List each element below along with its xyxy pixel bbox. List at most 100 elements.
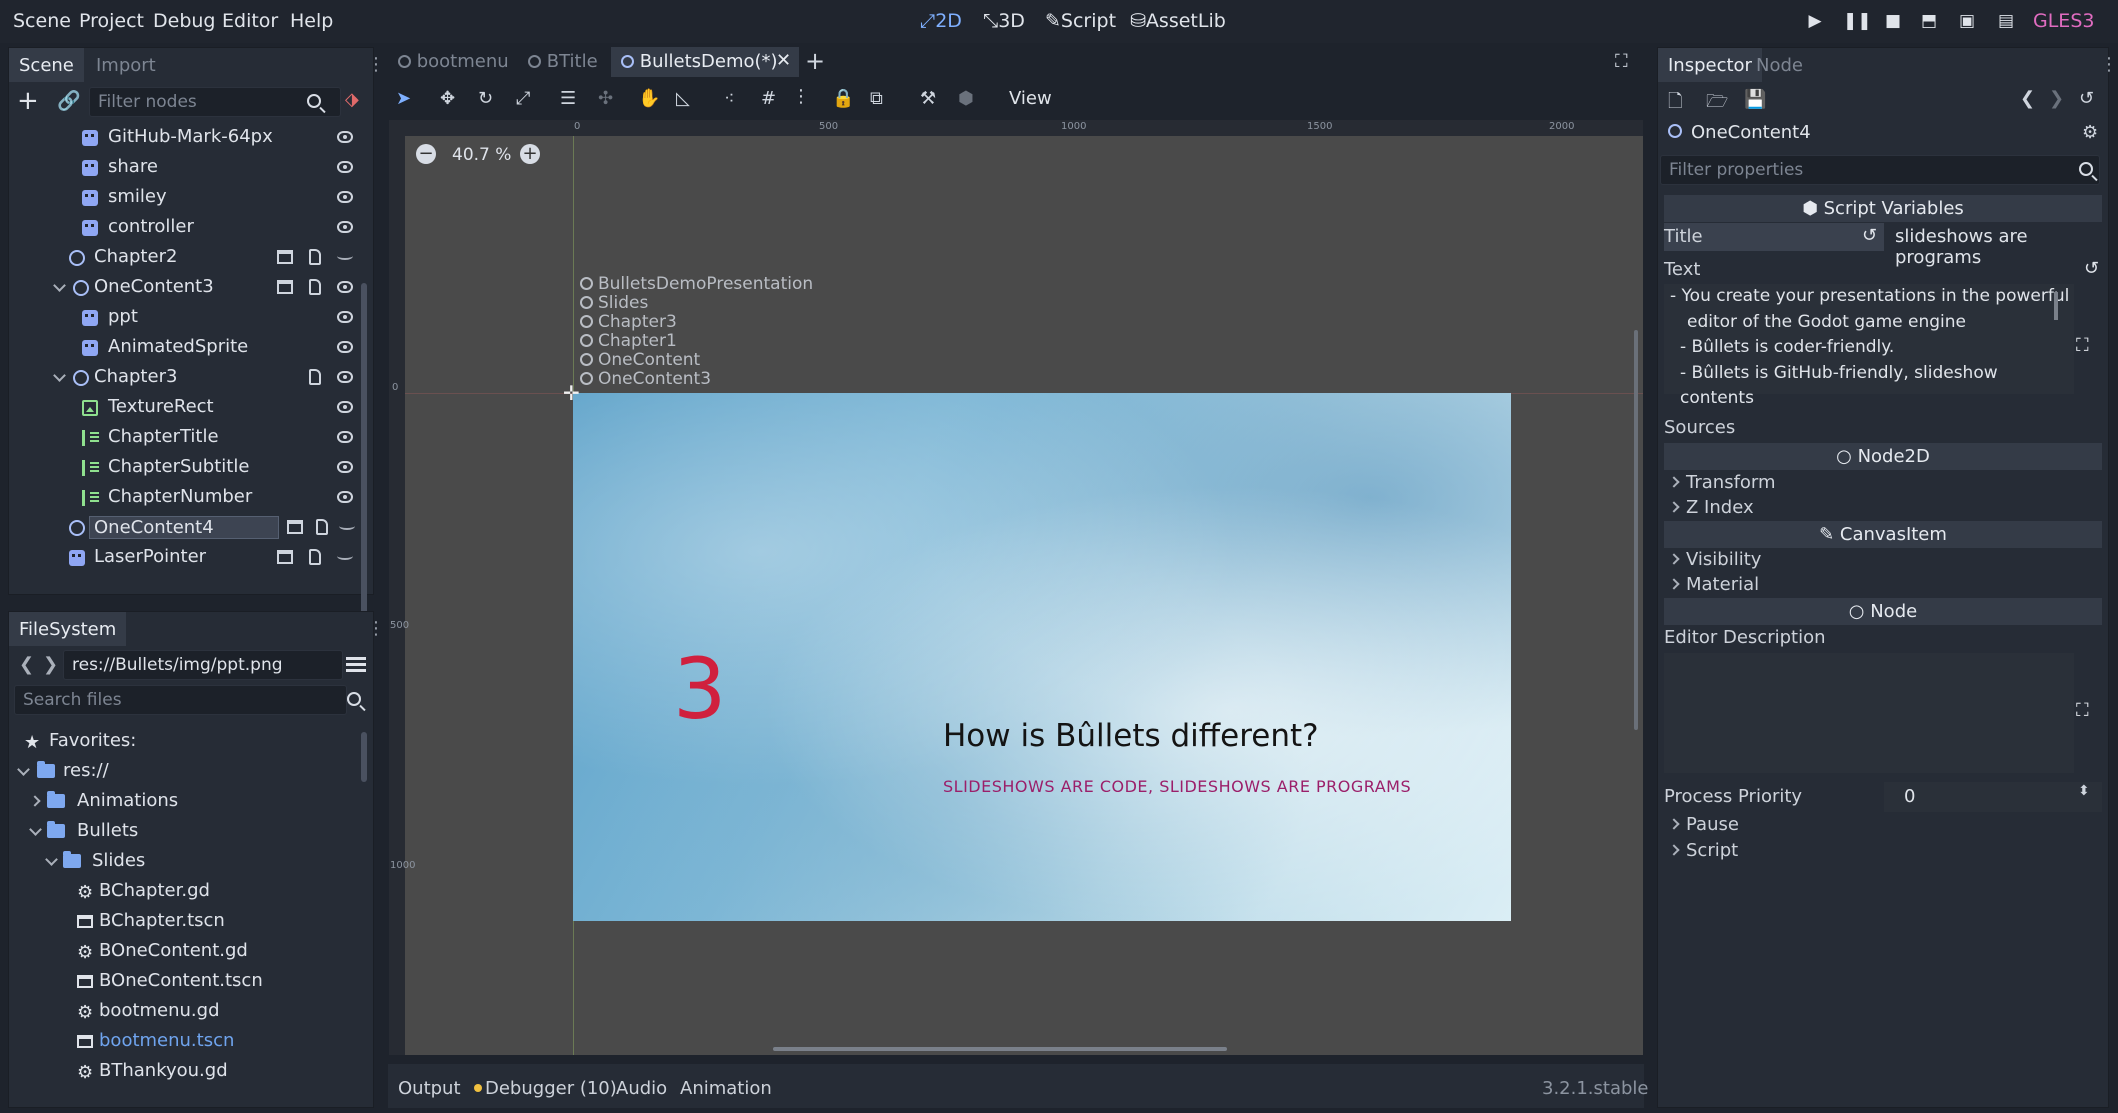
- collapse-arrow-icon[interactable]: [53, 369, 66, 382]
- script-icon[interactable]: [309, 279, 321, 295]
- pause-property[interactable]: Pause: [1668, 814, 1739, 835]
- inspected-node-name[interactable]: OneContent4: [1691, 122, 1811, 143]
- visibility-eye-icon[interactable]: [337, 371, 353, 383]
- history-forward-icon[interactable]: ❯: [2049, 88, 2064, 109]
- visibility-property[interactable]: Visibility: [1668, 549, 1761, 570]
- list-select-icon[interactable]: ☰: [560, 88, 576, 109]
- scale-mode-icon[interactable]: ⤢: [516, 88, 530, 109]
- collapse-arrow-icon[interactable]: [29, 823, 42, 836]
- scene-tab-bulletsdemo[interactable]: BulletsDemo(*) ✕: [611, 47, 799, 77]
- editor-description-field[interactable]: [1664, 653, 2074, 773]
- expand-editor-icon[interactable]: ⛶: [2076, 335, 2089, 356]
- menu-project[interactable]: Project: [79, 10, 144, 32]
- menu-scene[interactable]: Scene: [13, 10, 71, 32]
- forward-arrow-icon[interactable]: ❯: [43, 654, 58, 675]
- chapter-subtitle-label[interactable]: SLIDESHOWS ARE CODE, SLIDESHOWS ARE PROG…: [943, 777, 1411, 796]
- expand-editor-icon[interactable]: ⛶: [2076, 700, 2089, 721]
- text-editor-scrollbar[interactable]: [2054, 292, 2058, 320]
- script-icon[interactable]: [309, 549, 321, 565]
- visibility-eye-icon[interactable]: [337, 401, 353, 413]
- save-icon[interactable]: 💾: [1744, 89, 1766, 110]
- bone-icon[interactable]: ⚒: [920, 88, 936, 109]
- add-tab-icon[interactable]: +: [805, 47, 825, 75]
- tab-node[interactable]: Node: [1746, 48, 1813, 82]
- hidden-eye-icon[interactable]: [337, 552, 353, 560]
- menu-help[interactable]: Help: [290, 10, 333, 32]
- tree-node-laserpointer[interactable]: LaserPointer: [19, 543, 364, 573]
- chapter-number-label[interactable]: 3: [673, 640, 726, 738]
- hidden-eye-icon[interactable]: [339, 522, 355, 530]
- mode-assetlib-button[interactable]: ⛁AssetLib: [1130, 10, 1226, 32]
- tree-node-chaptersubtitle[interactable]: ChapterSubtitle: [19, 453, 364, 483]
- visibility-eye-icon[interactable]: [337, 341, 353, 353]
- tree-node-chapter3[interactable]: Chapter3: [19, 363, 364, 393]
- visibility-eye-icon[interactable]: [337, 491, 353, 503]
- pivot-icon[interactable]: ✣: [598, 88, 613, 109]
- tree-node-ppt[interactable]: ppt: [19, 303, 364, 333]
- node-header[interactable]: ○ Node: [1664, 598, 2102, 625]
- dock-menu-icon[interactable]: ⋮: [2100, 54, 2118, 75]
- script-variables-header[interactable]: ⬢ Script Variables: [1664, 195, 2102, 222]
- visibility-eye-icon[interactable]: [337, 131, 353, 143]
- visibility-eye-icon[interactable]: [337, 221, 353, 233]
- expand-arrow-icon[interactable]: [29, 795, 41, 807]
- tree-node-smiley[interactable]: smiley: [19, 183, 364, 213]
- smart-snap-icon[interactable]: ⁖: [724, 88, 735, 109]
- visibility-eye-icon[interactable]: [337, 161, 353, 173]
- renderer-selector[interactable]: GLES3: [2033, 10, 2094, 32]
- visibility-eye-icon[interactable]: [337, 281, 353, 293]
- tab-animation[interactable]: Animation: [680, 1078, 772, 1099]
- pause-icon[interactable]: ❚❚: [1843, 10, 1872, 32]
- chapter-title-label[interactable]: How is Bûllets different?: [943, 718, 1319, 754]
- view-menu[interactable]: View: [1009, 88, 1052, 109]
- rotate-mode-icon[interactable]: ↻: [478, 88, 493, 109]
- back-arrow-icon[interactable]: ❮: [19, 654, 34, 675]
- mode-2d-button[interactable]: ⤢2D: [920, 10, 962, 32]
- search-files-input[interactable]: Search files: [14, 685, 347, 715]
- script-attach-icon[interactable]: ⬗: [345, 89, 359, 110]
- transform-property[interactable]: Transform: [1668, 472, 1776, 493]
- zoom-out-icon[interactable]: −: [416, 144, 436, 164]
- tab-debugger[interactable]: Debugger (10): [485, 1078, 617, 1099]
- list-view-icon[interactable]: [346, 657, 366, 673]
- snap-options-icon[interactable]: ⋮: [792, 86, 810, 107]
- spin-arrows-icon[interactable]: ⬍: [2078, 783, 2090, 799]
- collapse-arrow-icon[interactable]: [17, 763, 30, 776]
- remote-debug-icon[interactable]: ⬒: [1918, 10, 1940, 32]
- tab-import[interactable]: Import: [86, 48, 166, 82]
- history-icon[interactable]: ↺: [2079, 88, 2094, 109]
- move-mode-icon[interactable]: ✥: [440, 88, 455, 109]
- new-resource-icon[interactable]: 🗋: [1668, 89, 1682, 119]
- camera-override-icon[interactable]: ⬢: [958, 88, 974, 109]
- filesystem-scrollbar[interactable]: [361, 732, 367, 782]
- play-custom-scene-icon[interactable]: ▤: [1995, 10, 2017, 32]
- viewport-hscrollbar[interactable]: [773, 1047, 1227, 1051]
- scene-tree-scrollbar[interactable]: [361, 283, 367, 633]
- grid-snap-icon[interactable]: #: [761, 88, 776, 109]
- visibility-eye-icon[interactable]: [337, 191, 353, 203]
- group-icon[interactable]: ⧉: [870, 88, 883, 109]
- open-scene-icon[interactable]: [277, 280, 293, 294]
- lock-icon[interactable]: 🔒: [832, 88, 854, 109]
- script-icon[interactable]: [316, 519, 328, 535]
- filter-nodes-input[interactable]: Filter nodes: [89, 87, 341, 117]
- collapse-arrow-icon[interactable]: [45, 853, 58, 866]
- add-node-icon[interactable]: +: [17, 86, 39, 116]
- revert-icon[interactable]: ↺: [2084, 258, 2099, 279]
- play-scene-icon[interactable]: ▣: [1956, 10, 1978, 32]
- path-field[interactable]: res://Bullets/img/ppt.png: [63, 650, 343, 680]
- zoom-in-icon[interactable]: +: [520, 144, 540, 164]
- script-icon[interactable]: [309, 249, 321, 265]
- visibility-eye-icon[interactable]: [337, 311, 353, 323]
- open-scene-icon[interactable]: [277, 250, 293, 264]
- zoom-level[interactable]: 40.7 %: [452, 145, 511, 165]
- hidden-eye-icon[interactable]: [337, 252, 353, 260]
- play-icon[interactable]: ▶: [1804, 10, 1826, 32]
- pan-mode-icon[interactable]: ✋: [638, 88, 660, 109]
- tree-node-texturerect[interactable]: TextureRect: [19, 393, 364, 423]
- revert-icon[interactable]: ↺: [1862, 225, 1877, 246]
- menu-editor[interactable]: Editor: [222, 10, 278, 32]
- collapse-arrow-icon[interactable]: [53, 279, 66, 292]
- open-scene-icon[interactable]: [277, 550, 293, 564]
- script-property[interactable]: Script: [1668, 840, 1738, 861]
